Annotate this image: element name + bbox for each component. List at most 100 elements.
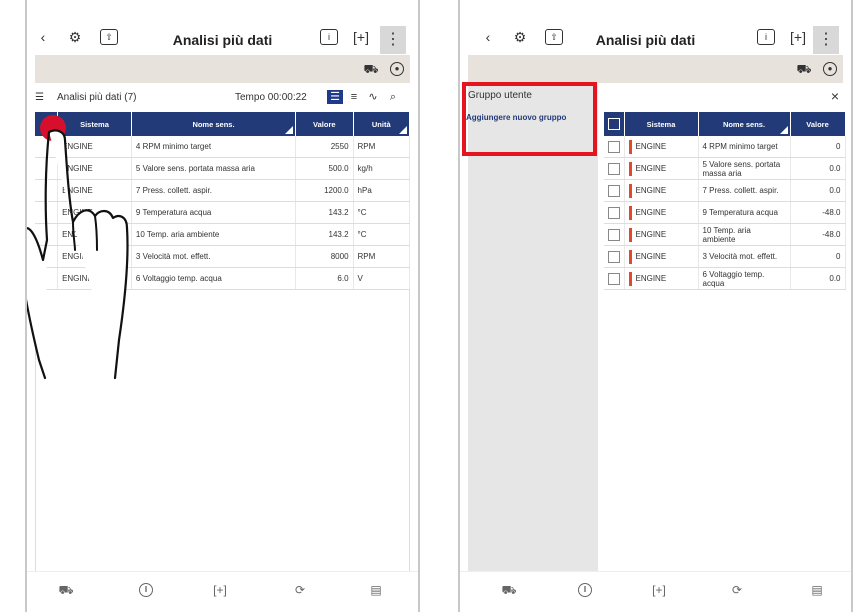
report-icon[interactable]: ▤	[806, 580, 828, 600]
battery-info-icon[interactable]: i	[754, 26, 778, 48]
vehicle-info-icon[interactable]: ⛟	[498, 580, 520, 600]
report-icon[interactable]: ▤	[365, 580, 387, 600]
cell-value: 0	[790, 136, 846, 158]
cell-system: ENGINE	[635, 251, 667, 261]
row-checkbox[interactable]	[608, 140, 620, 153]
screenshot-icon[interactable]: [+]	[786, 26, 810, 48]
bottom-nav: ⛟ ‖ [+] ⟳ ▤	[27, 571, 418, 612]
system-color-marker	[628, 161, 632, 176]
cell-value: 0	[790, 245, 846, 268]
top-bar: ‹ ⚙ ⇧ Analisi più dati i [+] ⋮	[27, 14, 418, 54]
group-sidebar	[468, 83, 598, 572]
more-menu-icon[interactable]: ⋮	[813, 26, 839, 54]
cell-value: 1200.0	[295, 179, 354, 202]
graph-view-icon[interactable]: ∿	[365, 90, 381, 104]
cell-value: 143.2	[295, 223, 354, 246]
hand-outline	[27, 129, 129, 380]
vehicle-settings-icon[interactable]: ⛟	[362, 60, 380, 78]
table-row[interactable]: ENGINE 9 Temperatura acqua -48.0	[604, 201, 846, 224]
cell-system: ENGINE	[635, 141, 667, 151]
bottom-nav: ⛟ ‖ [+] ⟳ ▤	[460, 571, 851, 612]
capture-icon[interactable]: [+]	[648, 580, 670, 600]
left-phone-screen: ‹ ⚙ ⇧ Analisi più dati i [+] ⋮ ⛟ ● ☰ Ana…	[25, 0, 420, 612]
cell-sensor-name: 9 Temperatura acqua	[698, 201, 791, 224]
row-checkbox[interactable]	[608, 272, 620, 285]
refresh-icon[interactable]: ⟳	[289, 580, 311, 600]
table-row[interactable]: ENGINE 10 Temp. aria ambiente -48.0	[604, 223, 846, 246]
cell-unit: hPa	[353, 179, 411, 202]
select-all-checkbox[interactable]	[604, 112, 625, 136]
record-icon[interactable]: ●	[388, 60, 406, 78]
action-strip: ⛟ ●	[468, 55, 843, 83]
more-menu-icon[interactable]: ⋮	[380, 26, 406, 54]
table-row[interactable]: ENGINE 5 Valore sens. portata massa aria 0…	[604, 157, 846, 180]
column-header-value[interactable]: Valore	[295, 112, 354, 136]
action-strip: ⛟ ●	[35, 55, 410, 83]
column-header-sensor-name-label: Nome sens.	[192, 119, 235, 129]
battery-info-icon[interactable]: i	[317, 26, 341, 48]
cell-sensor-name: 10 Temp. aria ambiente	[698, 223, 791, 246]
cell-value: 0.0	[790, 267, 846, 290]
vehicle-settings-icon[interactable]: ⛟	[795, 60, 813, 78]
cell-value: 143.2	[295, 201, 354, 224]
capture-icon[interactable]: [+]	[209, 580, 231, 600]
column-header-sensor-name[interactable]: Nome sens.	[698, 112, 791, 136]
sensor-select-table: Sistema Nome sens. Valore ENGINE 4 RPM mi…	[604, 112, 846, 290]
table-row[interactable]: ENGINE 7 Press. collett. aspir. 0.0	[604, 179, 846, 202]
right-phone-screen: ‹ ⚙ ⇧ Analisi più dati i [+] ⋮ ⛟ ● Grupp…	[458, 0, 853, 612]
record-icon[interactable]: ●	[821, 60, 839, 78]
tap-hand-illustration	[27, 115, 129, 380]
row-checkbox[interactable]	[608, 228, 620, 241]
close-icon[interactable]: ×	[831, 88, 839, 104]
cell-value: 2550	[295, 136, 354, 158]
sort-icon	[779, 126, 788, 134]
text-view-icon[interactable]: ≡	[346, 90, 362, 104]
column-header-value[interactable]: Valore	[790, 112, 846, 136]
cell-unit: RPM	[353, 136, 411, 158]
system-color-marker	[628, 227, 632, 242]
system-color-marker	[628, 249, 632, 264]
row-checkbox[interactable]	[608, 250, 620, 263]
system-color-marker	[628, 271, 632, 286]
cell-sensor-name: 4 RPM minimo target	[698, 136, 791, 158]
data-count-label: Analisi più dati (7)	[57, 92, 137, 103]
column-header-unit[interactable]: Unità	[353, 112, 411, 136]
pause-icon[interactable]: ‖	[135, 580, 157, 600]
cell-sensor-name: 3 Velocità mot. effett.	[698, 245, 791, 268]
search-icon[interactable]: ⌕	[385, 90, 401, 104]
system-color-marker	[628, 139, 632, 154]
cell-system: ENGINE	[635, 229, 667, 239]
screenshot-icon[interactable]: [+]	[349, 26, 373, 48]
top-bar: ‹ ⚙ ⇧ Analisi più dati i [+] ⋮	[460, 14, 851, 54]
row-checkbox[interactable]	[608, 184, 620, 197]
system-color-marker	[628, 205, 632, 220]
cell-unit: °C	[353, 223, 411, 246]
cell-unit: V	[353, 267, 411, 290]
row-checkbox[interactable]	[608, 162, 620, 175]
elapsed-time: Tempo 00:00:22	[235, 92, 307, 103]
table-row[interactable]: ENGINE 4 RPM minimo target 0	[604, 136, 846, 158]
system-color-marker	[628, 183, 632, 198]
vehicle-info-icon[interactable]: ⛟	[55, 580, 77, 600]
row-checkbox[interactable]	[608, 206, 620, 219]
refresh-icon[interactable]: ⟳	[726, 580, 748, 600]
column-header-system[interactable]: Sistema	[624, 112, 699, 136]
cell-value: -48.0	[790, 201, 846, 224]
pause-icon[interactable]: ‖	[574, 580, 596, 600]
list-view-icon[interactable]: ☰	[327, 90, 343, 104]
cell-system: ENGINE	[635, 273, 667, 283]
cell-value: -48.0	[790, 223, 846, 246]
table-header: Sistema Nome sens. Valore	[604, 112, 846, 136]
data-toolbar: ☰ Analisi più dati (7) Tempo 00:00:22 ☰ …	[35, 88, 410, 108]
cell-system: ENGINE	[635, 185, 667, 195]
cell-system: ENGINE	[635, 163, 667, 173]
sort-icon	[399, 126, 407, 134]
column-header-sensor-name-label: Nome sens.	[722, 119, 766, 129]
cell-sensor-name: 5 Valore sens. portata massa aria	[698, 157, 791, 180]
table-row[interactable]: ENGINE 3 Velocità mot. effett. 0	[604, 245, 846, 268]
select-list-icon[interactable]: ☰	[35, 92, 44, 103]
cell-value: 6.0	[295, 267, 354, 290]
cell-sensor-name: 6 Voltaggio temp. acqua	[698, 267, 791, 290]
table-row[interactable]: ENGINE 6 Voltaggio temp. acqua 0.0	[604, 267, 846, 290]
cell-value: 500.0	[295, 157, 354, 180]
